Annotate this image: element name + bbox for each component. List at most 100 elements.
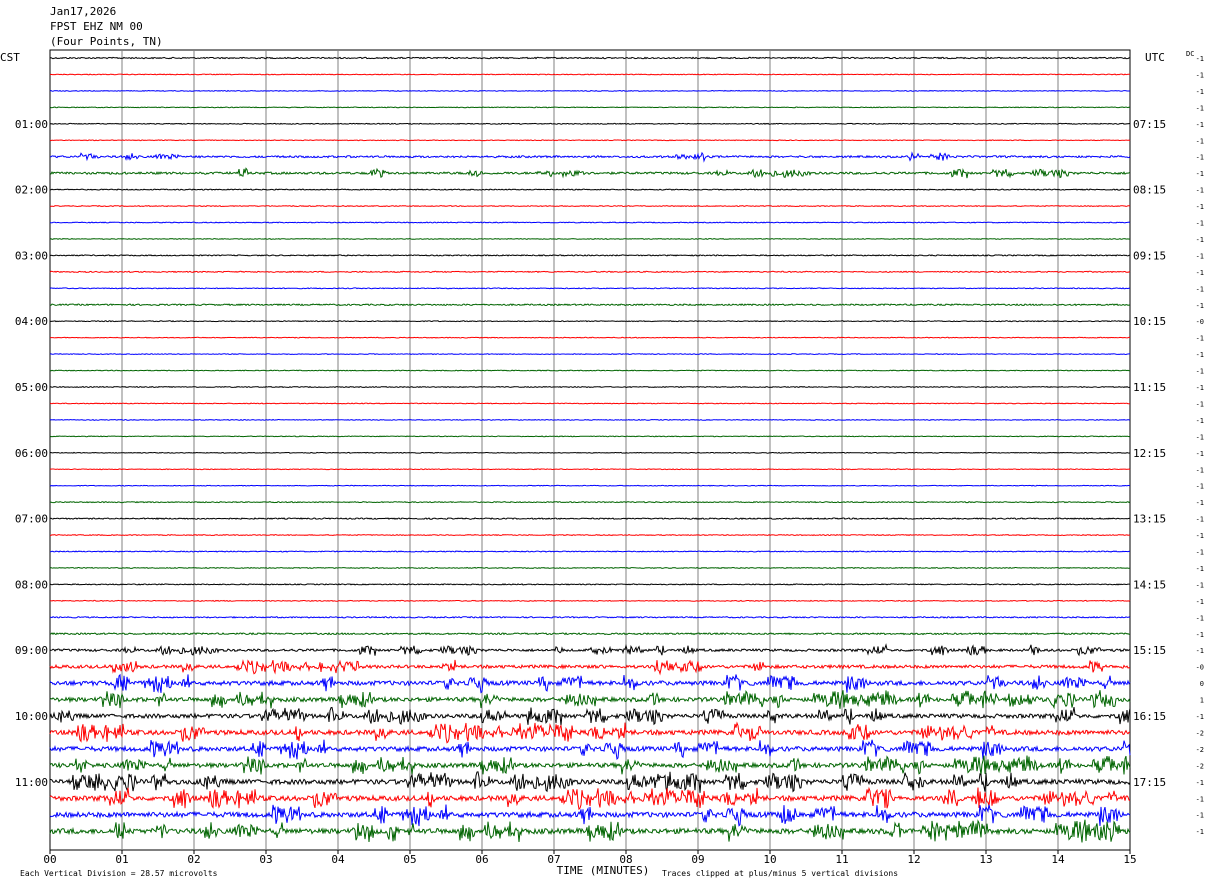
x-tick-label: 02	[187, 853, 200, 866]
cst-hour-label: 10:00	[15, 710, 48, 723]
trace-black	[49, 122, 1131, 125]
trace-blue	[49, 418, 1131, 421]
trace-green	[49, 632, 1130, 636]
dc-offset-label: -1	[1196, 400, 1204, 408]
trace-blue	[49, 151, 1131, 163]
trace-blue	[49, 739, 1131, 760]
trace-green	[49, 238, 1131, 240]
x-tick-label: 12	[907, 853, 920, 866]
dc-offset-label: -1	[1196, 170, 1204, 178]
dc-offset-label: -1	[1196, 812, 1204, 820]
dc-offset-label: -1	[1196, 71, 1204, 79]
dc-offset-label: -1	[1196, 88, 1204, 96]
clip-text: Traces clipped at plus/minus 5 vertical …	[662, 869, 898, 878]
x-tick-label: 10	[763, 853, 776, 866]
dc-offset-label: -1	[1196, 384, 1204, 392]
trace-black	[49, 320, 1131, 323]
trace-green	[49, 755, 1131, 776]
utc-hour-label: 12:15	[1133, 447, 1166, 460]
dc-offset-label: -1	[1196, 483, 1204, 491]
utc-label: UTC	[1145, 51, 1165, 64]
trace-blue	[49, 673, 1131, 694]
utc-hour-label: 08:15	[1133, 184, 1166, 197]
trace-green	[49, 819, 1131, 843]
trace-blue	[49, 89, 1130, 92]
dc-offset-label: -2	[1196, 762, 1204, 770]
dc-offset-label: -1	[1196, 598, 1204, 606]
trace-red	[49, 139, 1131, 142]
trace-black	[49, 583, 1130, 586]
trace-red	[49, 336, 1131, 339]
x-tick-label: 15	[1123, 853, 1136, 866]
trace-red	[49, 659, 1131, 676]
trace-red	[49, 73, 1130, 76]
trace-blue	[49, 287, 1131, 290]
dc-offset-label: -1	[1196, 187, 1204, 195]
cst-hour-label: 01:00	[15, 118, 48, 131]
dc-offset-label: -1	[1196, 368, 1204, 376]
trace-green	[49, 303, 1131, 307]
x-tick-label: 00	[43, 853, 56, 866]
cst-hour-label: 06:00	[15, 447, 48, 460]
dc-offset-label: -1	[1196, 121, 1204, 129]
x-tick-label: 14	[1051, 853, 1065, 866]
dc-offset-label: -1	[1196, 203, 1204, 211]
trace-red	[49, 721, 1131, 744]
utc-hour-label: 14:15	[1133, 578, 1166, 591]
dc-offset-label: -1	[1196, 647, 1204, 655]
trace-blue	[49, 353, 1131, 356]
utc-hour-label: 11:15	[1133, 381, 1166, 394]
trace-blue	[49, 550, 1131, 553]
cst-hour-label: 03:00	[15, 249, 48, 262]
trace-green	[49, 435, 1131, 438]
x-tick-label: 09	[691, 853, 704, 866]
trace-black	[49, 188, 1131, 191]
x-tick-label: 04	[331, 853, 345, 866]
dc-offset-label: -1	[1196, 549, 1204, 557]
cst-hour-label: 04:00	[15, 315, 48, 328]
trace-blue	[49, 615, 1131, 619]
dc-offset-label: -2	[1196, 746, 1204, 754]
utc-hour-label: 17:15	[1133, 776, 1166, 789]
dc-offset-label: -1	[1196, 137, 1204, 145]
dc-offset-label: -1	[1196, 779, 1204, 787]
trace-red	[49, 402, 1131, 405]
trace-red	[49, 599, 1131, 602]
trace-red	[49, 786, 1131, 811]
cst-hour-label: 05:00	[15, 381, 48, 394]
dc-offset-label: -1	[1196, 417, 1204, 425]
dc-offset-label: -1	[1196, 565, 1204, 573]
dc-offset-label: -1	[1196, 269, 1204, 277]
dc-offset-label: -1	[1196, 450, 1204, 458]
dc-offset-label: -0	[1196, 664, 1204, 672]
x-axis-title: TIME (MINUTES)	[557, 864, 650, 877]
dc-offset-label: 0	[1200, 680, 1204, 688]
cst-hour-label: 07:00	[15, 513, 48, 526]
dc-offset-label: -1	[1196, 252, 1204, 260]
x-tick-label: 05	[403, 853, 416, 866]
dc-offset-label: -0	[1196, 318, 1204, 326]
trace-black	[49, 706, 1131, 726]
trace-black	[49, 385, 1131, 389]
dc-offset-label: -1	[1196, 236, 1204, 244]
utc-hour-label: 07:15	[1133, 118, 1166, 131]
x-tick-label: 01	[115, 853, 128, 866]
x-tick-label: 13	[979, 853, 992, 866]
trace-red	[49, 270, 1131, 274]
dc-offset-label: -1	[1196, 335, 1204, 343]
x-tick-label: 06	[475, 853, 488, 866]
dc-offset-label: -1	[1196, 581, 1204, 589]
cst-hour-label: 08:00	[15, 578, 48, 591]
trace-black	[49, 254, 1131, 257]
trace-red	[49, 468, 1131, 471]
dc-offset-label: -1	[1196, 302, 1204, 310]
trace-black	[49, 643, 1131, 657]
trace-black	[49, 451, 1131, 454]
utc-hour-label: 10:15	[1133, 315, 1166, 328]
x-tick-label: 03	[259, 853, 272, 866]
trace-blue	[49, 484, 1131, 487]
utc-hour-label: 15:15	[1133, 644, 1166, 657]
cst-hour-label: 09:00	[15, 644, 48, 657]
cst-label: CST	[0, 51, 20, 64]
scale-text: Each Vertical Division = 28.57 microvolt…	[20, 869, 218, 878]
